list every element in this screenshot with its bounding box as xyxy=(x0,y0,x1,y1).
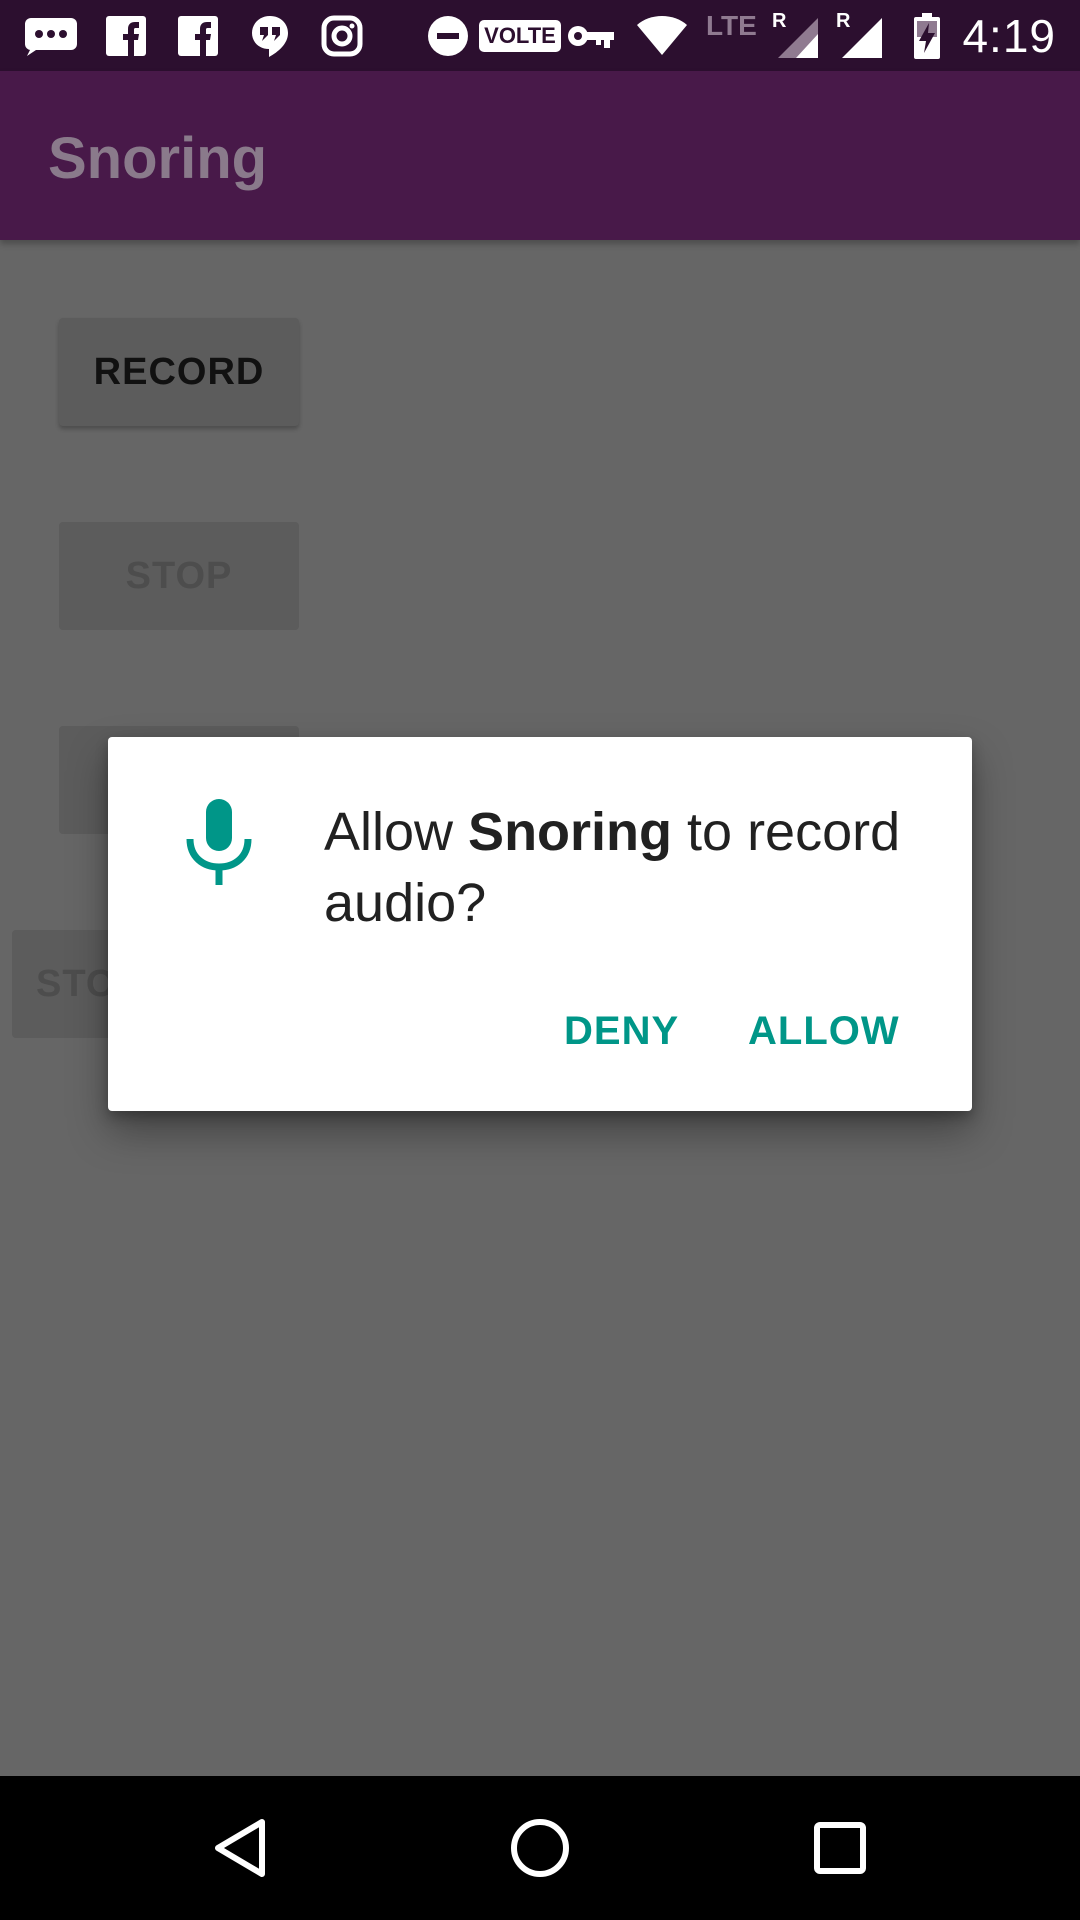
status-bar: VOLTE LTE R R 4:19 xyxy=(0,0,1080,71)
vpn-key-icon xyxy=(566,14,616,58)
app-title: Snoring xyxy=(48,126,268,191)
volte-icon: VOLTE xyxy=(479,14,561,58)
stop-button[interactable]: STOP xyxy=(59,522,299,630)
battery-charging-icon xyxy=(912,13,942,59)
roaming-label: R xyxy=(772,10,787,32)
home-icon[interactable] xyxy=(498,1806,582,1890)
recents-icon[interactable] xyxy=(798,1806,882,1890)
permission-app-name: Snoring xyxy=(468,802,673,862)
back-icon[interactable] xyxy=(198,1806,282,1890)
volte-label: VOLTE xyxy=(479,20,561,52)
messages-icon xyxy=(22,14,80,58)
permission-dialog: Allow Snoring to record audio? DENY ALLO… xyxy=(108,737,972,1111)
allow-button[interactable]: ALLOW xyxy=(748,999,900,1063)
status-clock: 4:19 xyxy=(962,10,1056,62)
permission-message: Allow Snoring to record audio? xyxy=(324,797,924,939)
network-type-label: LTE xyxy=(706,10,757,41)
microphone-icon xyxy=(186,799,252,885)
roaming-label: R xyxy=(836,10,851,32)
app-bar: Snoring xyxy=(0,71,1080,240)
wifi-icon xyxy=(636,14,688,58)
facebook-icon xyxy=(176,14,220,58)
facebook-icon xyxy=(104,14,148,58)
permission-message-prefix: Allow xyxy=(324,802,469,862)
do-not-disturb-icon xyxy=(426,14,470,58)
deny-button[interactable]: DENY xyxy=(564,999,679,1063)
record-button[interactable]: RECORD xyxy=(59,318,299,426)
instagram-icon xyxy=(320,14,364,58)
screen: VOLTE LTE R R 4:19 Snoring RECORD STOP S… xyxy=(0,0,1080,1920)
hangouts-icon xyxy=(248,14,292,58)
navigation-bar xyxy=(0,1776,1080,1920)
